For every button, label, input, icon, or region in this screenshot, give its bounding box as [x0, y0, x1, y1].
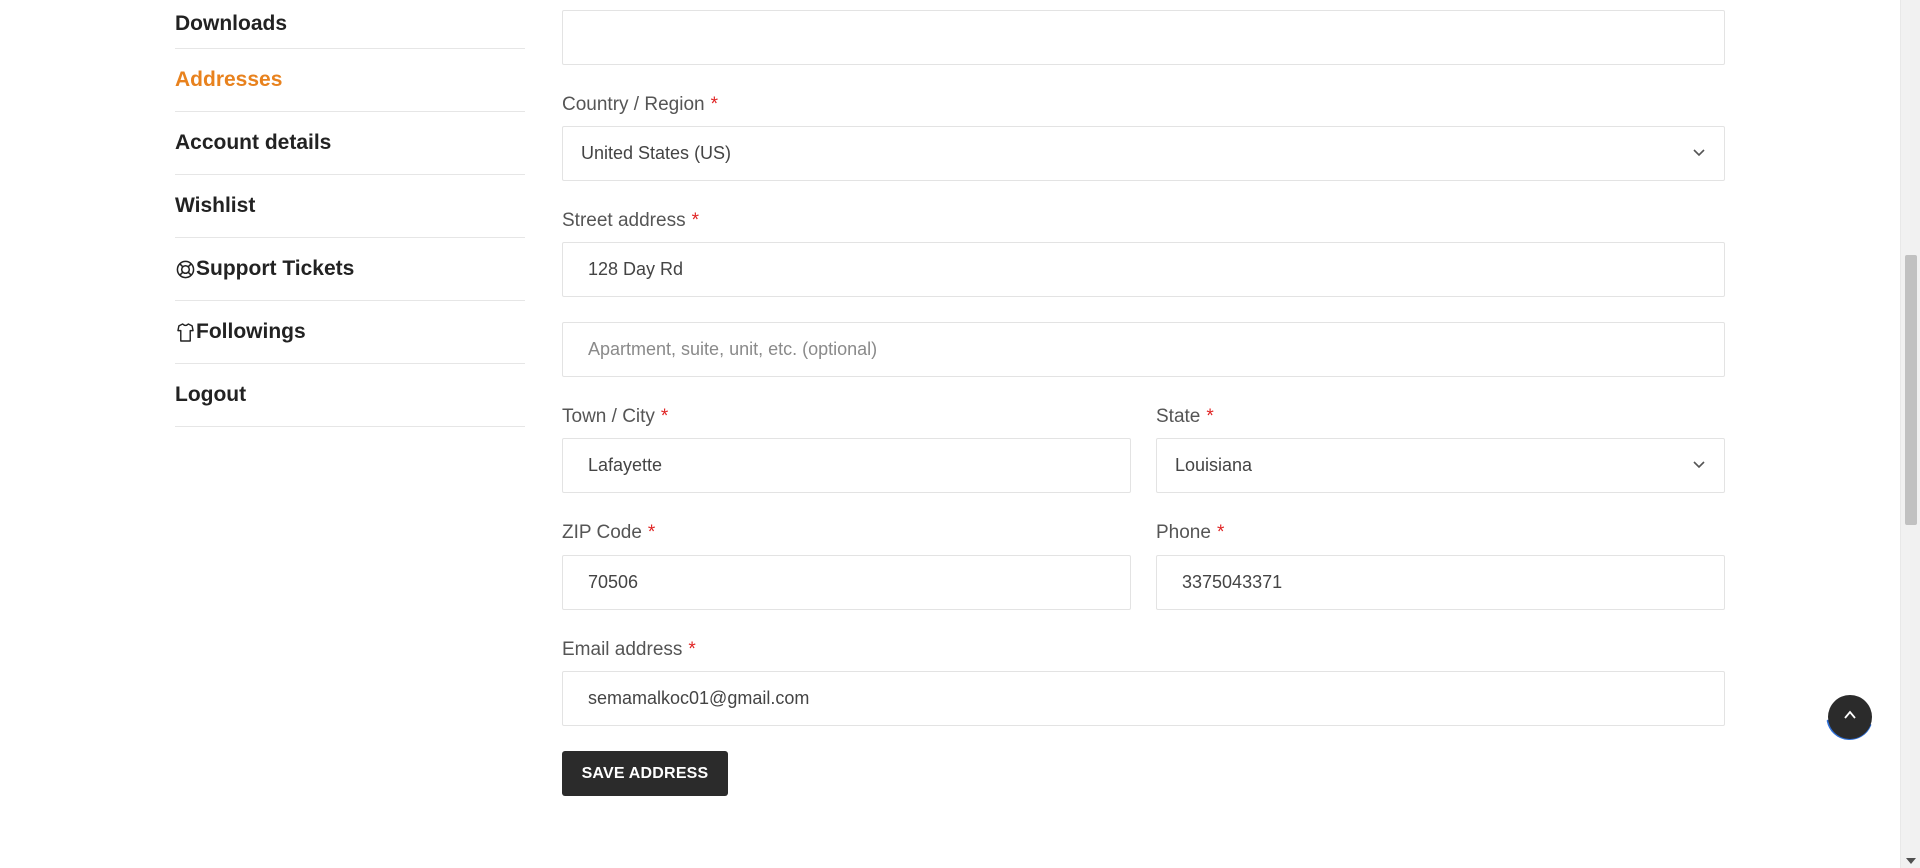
scroll-down-arrow-icon[interactable]	[1906, 858, 1916, 864]
zip-field[interactable]	[562, 555, 1131, 610]
city-field[interactable]	[562, 438, 1131, 493]
page-scrollbar[interactable]	[1900, 0, 1920, 868]
required-marker: *	[710, 94, 718, 115]
phone-label: Phone *	[1156, 522, 1225, 543]
required-marker: *	[1206, 406, 1214, 427]
email-label: Email address *	[562, 639, 696, 660]
chevron-up-icon	[1842, 707, 1858, 728]
state-label: State *	[1156, 406, 1214, 427]
sidebar-item-followings[interactable]: Followings	[175, 301, 525, 364]
sidebar-item-label: Wishlist	[175, 194, 256, 217]
sidebar-item-logout[interactable]: Logout	[175, 364, 525, 427]
chevron-down-icon	[1692, 143, 1706, 164]
city-label: Town / City *	[562, 406, 669, 427]
required-marker: *	[688, 639, 696, 660]
scrollbar-thumb[interactable]	[1905, 255, 1917, 525]
back-to-top-button[interactable]	[1828, 695, 1872, 739]
account-sidebar: Downloads Addresses Account details Wish…	[175, 0, 525, 427]
sidebar-item-label: Logout	[175, 383, 247, 406]
sidebar-item-addresses[interactable]: Addresses	[175, 49, 525, 112]
street-address-2-field[interactable]	[562, 322, 1725, 377]
required-marker: *	[647, 522, 656, 543]
sidebar-item-label: Addresses	[175, 68, 283, 91]
sidebar-item-label: Account details	[175, 131, 332, 154]
street-address-field[interactable]	[562, 242, 1725, 297]
sidebar-item-downloads[interactable]: Downloads	[175, 0, 525, 49]
country-select-value: United States (US)	[581, 143, 732, 163]
sidebar-item-account-details[interactable]: Account details	[175, 112, 525, 175]
state-select[interactable]: Louisiana	[1156, 438, 1725, 493]
save-address-button[interactable]: SAVE ADDRESS	[562, 751, 728, 796]
sidebar-item-support-tickets[interactable]: Support Tickets	[175, 238, 525, 301]
country-select[interactable]: United States (US)	[562, 126, 1725, 181]
chevron-down-icon	[1692, 455, 1706, 476]
sidebar-item-wishlist[interactable]: Wishlist	[175, 175, 525, 238]
country-label: Country / Region *	[562, 94, 718, 115]
lifebuoy-icon	[175, 259, 195, 279]
sidebar-item-label: Followings	[196, 320, 306, 343]
email-field[interactable]	[562, 671, 1725, 726]
shirt-icon	[175, 322, 195, 342]
sidebar-item-label: Support Tickets	[196, 257, 355, 280]
required-marker: *	[660, 406, 669, 427]
phone-field[interactable]	[1156, 555, 1725, 610]
required-marker: *	[1216, 522, 1225, 543]
street-address-label: Street address *	[562, 210, 699, 231]
required-marker: *	[691, 210, 699, 231]
zip-label: ZIP Code *	[562, 522, 656, 543]
sidebar-item-label: Downloads	[175, 12, 288, 35]
state-select-value: Louisiana	[1175, 455, 1253, 475]
company-field[interactable]	[562, 10, 1725, 65]
